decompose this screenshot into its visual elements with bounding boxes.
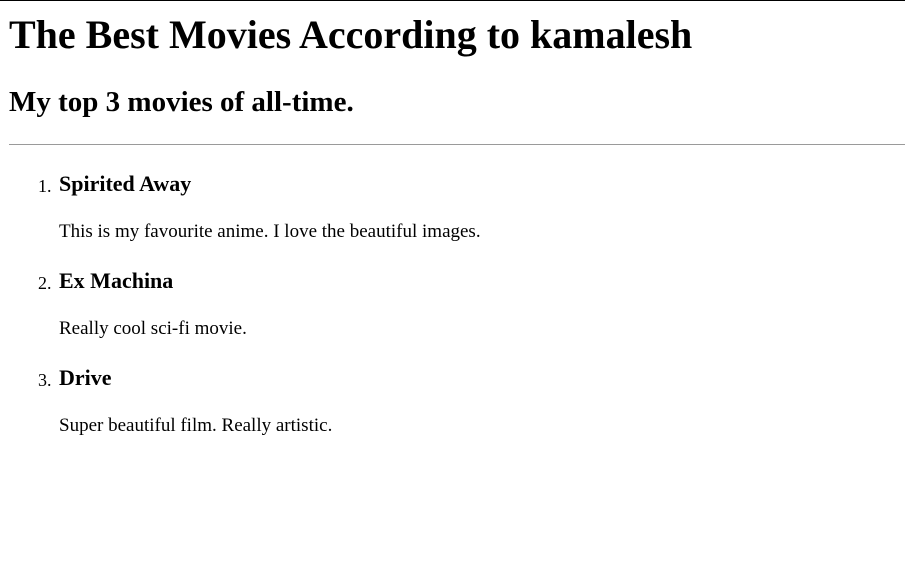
movie-rank-number: 3.	[38, 370, 52, 390]
movie-page: The Best Movies According to kamalesh My…	[0, 1, 905, 585]
movie-title: Spirited Away	[59, 171, 192, 196]
movie-title: Ex Machina	[59, 268, 174, 293]
page-title: The Best Movies According to kamalesh	[9, 12, 693, 57]
horizontal-divider	[9, 144, 905, 145]
movie-description: This is my favourite anime. I love the b…	[59, 221, 481, 242]
movie-description: Really cool sci-fi movie.	[59, 318, 247, 339]
movie-rank-number: 2.	[38, 273, 52, 293]
page-subtitle: My top 3 movies of all-time.	[9, 86, 354, 118]
movie-rank-number: 1.	[38, 176, 52, 196]
movie-description: Super beautiful film. Really artistic.	[59, 415, 333, 436]
movie-title: Drive	[59, 365, 112, 390]
